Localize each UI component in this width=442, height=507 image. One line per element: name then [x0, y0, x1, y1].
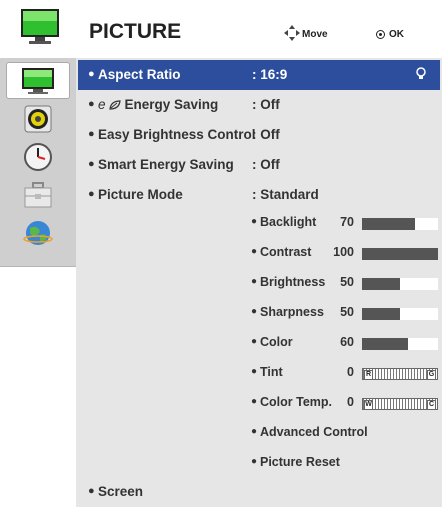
sidebar-header	[0, 0, 76, 58]
speaker-icon	[24, 105, 52, 132]
menu-item-value: : Standard	[252, 187, 319, 202]
leaf-icon	[108, 100, 121, 110]
menu-item-label: Easy Brightness Control	[98, 127, 256, 142]
menu-item-value: : Off	[252, 157, 280, 172]
menu-item-value: : Off	[252, 127, 280, 142]
menu-item-value: : Off	[252, 97, 280, 112]
setting-value: 100	[333, 245, 354, 259]
page-title: PICTURE	[89, 20, 182, 43]
setting-tint[interactable]: ● Tint 0 R G	[76, 358, 442, 386]
bullet-icon: ●	[88, 485, 95, 497]
bullet-icon: ●	[251, 246, 258, 257]
menu-item-easy-brightness[interactable]: ● Easy Brightness Control : Off	[76, 120, 442, 150]
bullet-icon: ●	[251, 396, 258, 407]
setting-advanced-control[interactable]: ● Advanced Control	[76, 418, 442, 446]
setting-value: 70	[340, 215, 354, 229]
setting-label: Contrast	[260, 245, 312, 259]
bullet-icon: ●	[88, 188, 95, 200]
level-bar-fill	[362, 278, 400, 290]
menu-item-label: Screen	[98, 484, 144, 499]
tint-slider[interactable]: R G	[362, 368, 438, 380]
setting-color[interactable]: ● Color 60	[76, 328, 442, 356]
setting-value: 0	[347, 365, 354, 379]
menu-item-label: Picture Mode	[98, 187, 183, 202]
sidebar-item-time[interactable]	[6, 138, 70, 175]
move-arrows-icon	[284, 25, 300, 41]
globe-icon	[23, 220, 53, 245]
menu-item-label: Energy Saving	[124, 97, 219, 112]
level-bar[interactable]	[362, 308, 438, 320]
picture-menu-panel: PICTURE Move OK ● Aspect Ratio : 16:9 ● …	[76, 0, 442, 507]
setting-value: 50	[340, 275, 354, 289]
level-bar[interactable]	[362, 218, 438, 230]
setting-label: Backlight	[260, 215, 317, 229]
menu-item-energy-saving[interactable]: ● e Energy Saving : Off	[76, 90, 442, 120]
setting-value: 50	[340, 305, 354, 319]
setting-label: Advanced Control	[260, 425, 368, 439]
level-bar[interactable]	[362, 278, 438, 290]
category-sidebar	[0, 0, 77, 267]
menu-item-label: Aspect Ratio	[98, 67, 181, 82]
menu-item-value: : 16:9	[252, 67, 288, 82]
menu-item-smart-energy-saving[interactable]: ● Smart Energy Saving : Off	[76, 150, 442, 180]
bullet-icon: ●	[251, 456, 258, 467]
setting-color-temp[interactable]: ● Color Temp. 0 W C	[76, 388, 442, 416]
level-bar-fill	[362, 308, 400, 320]
level-bar[interactable]	[362, 248, 438, 260]
lightbulb-icon	[416, 67, 426, 79]
eco-leaf-icon: e	[98, 97, 106, 112]
setting-brightness[interactable]: ● Brightness 50	[76, 268, 442, 296]
bullet-icon: ●	[251, 426, 258, 437]
slider-right-label: C	[427, 400, 436, 410]
level-bar[interactable]	[362, 338, 438, 350]
bullet-icon: ●	[251, 336, 258, 347]
bullet-icon: ●	[251, 306, 258, 317]
level-bar-fill	[362, 218, 416, 230]
setting-backlight[interactable]: ● Backlight 70	[76, 208, 442, 236]
clock-icon	[24, 142, 52, 171]
color-temp-slider[interactable]: W C	[362, 398, 438, 410]
slider-right-label: G	[427, 370, 436, 380]
ok-button-icon	[376, 30, 385, 39]
sidebar-item-audio[interactable]	[6, 100, 70, 137]
sidebar-item-picture[interactable]	[6, 62, 70, 99]
sidebar-item-network[interactable]	[6, 214, 70, 251]
level-bar-fill	[362, 338, 408, 350]
setting-label: Color	[260, 335, 293, 349]
menu-item-aspect-ratio[interactable]: ● Aspect Ratio : 16:9	[78, 60, 440, 90]
bullet-icon: ●	[251, 276, 258, 287]
setting-value: 60	[340, 335, 354, 349]
menu-item-screen[interactable]: ● Screen	[76, 477, 442, 507]
setting-sharpness[interactable]: ● Sharpness 50	[76, 298, 442, 326]
setting-picture-reset[interactable]: ● Picture Reset	[76, 448, 442, 476]
picture-category-icon	[21, 9, 59, 44]
bullet-icon: ●	[88, 158, 95, 170]
sidebar-item-option[interactable]	[6, 176, 70, 213]
toolbox-icon	[24, 181, 52, 207]
bullet-icon: ●	[88, 68, 95, 80]
ok-hint: OK	[389, 29, 404, 40]
bullet-icon: ●	[251, 216, 258, 227]
setting-value: 0	[347, 395, 354, 409]
menu-item-picture-mode[interactable]: ● Picture Mode : Standard	[76, 180, 442, 210]
setting-label: Tint	[260, 365, 283, 379]
tv-icon	[22, 67, 54, 94]
setting-contrast[interactable]: ● Contrast 100	[76, 238, 442, 266]
menu-header: PICTURE Move OK	[76, 0, 442, 58]
level-bar-fill	[362, 248, 438, 260]
slider-left-label: R	[364, 370, 373, 380]
menu-item-label: Smart Energy Saving	[98, 157, 234, 172]
slider-left-label: W	[364, 400, 373, 410]
setting-label: Picture Reset	[260, 455, 340, 469]
bullet-icon: ●	[251, 366, 258, 377]
bullet-icon: ●	[88, 98, 95, 110]
bullet-icon: ●	[88, 128, 95, 140]
move-hint: Move	[302, 29, 328, 40]
